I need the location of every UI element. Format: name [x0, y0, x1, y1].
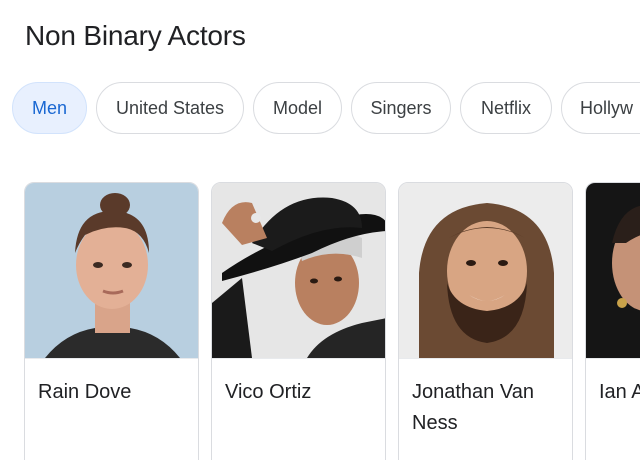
- person-photo: [586, 183, 640, 359]
- person-name: Jonathan Van Ness: [412, 381, 534, 434]
- person-photo: [399, 183, 572, 359]
- filter-chip-men[interactable]: Men: [12, 82, 87, 134]
- person-card[interactable]: Rain Dove: [24, 182, 199, 460]
- person-photo: [25, 183, 198, 359]
- person-card[interactable]: Vico Ortiz: [211, 182, 386, 460]
- person-photo: [212, 183, 385, 359]
- search-results-page: Non Binary Actors Men United States Mode…: [0, 0, 640, 460]
- person-card[interactable]: Ian A: [585, 182, 640, 460]
- people-carousel: Rain Dove Vico Ortiz Jonathan Van Ness I…: [24, 182, 640, 460]
- filter-chip-united-states[interactable]: United States: [96, 82, 244, 134]
- filter-chip-netflix[interactable]: Netflix: [460, 82, 552, 134]
- person-name: Vico Ortiz: [225, 381, 312, 403]
- person-card[interactable]: Jonathan Van Ness: [398, 182, 573, 460]
- filter-chip-singers[interactable]: Singers: [351, 82, 451, 134]
- person-name: Rain Dove: [38, 381, 132, 403]
- filter-chip-model[interactable]: Model: [253, 82, 342, 134]
- filter-chips-row: Men United States Model Singers Netflix …: [12, 82, 640, 136]
- filter-chip-hollywood[interactable]: Hollyw: [561, 82, 640, 134]
- page-title: Non Binary Actors: [25, 20, 246, 51]
- person-name: Ian A: [599, 381, 640, 403]
